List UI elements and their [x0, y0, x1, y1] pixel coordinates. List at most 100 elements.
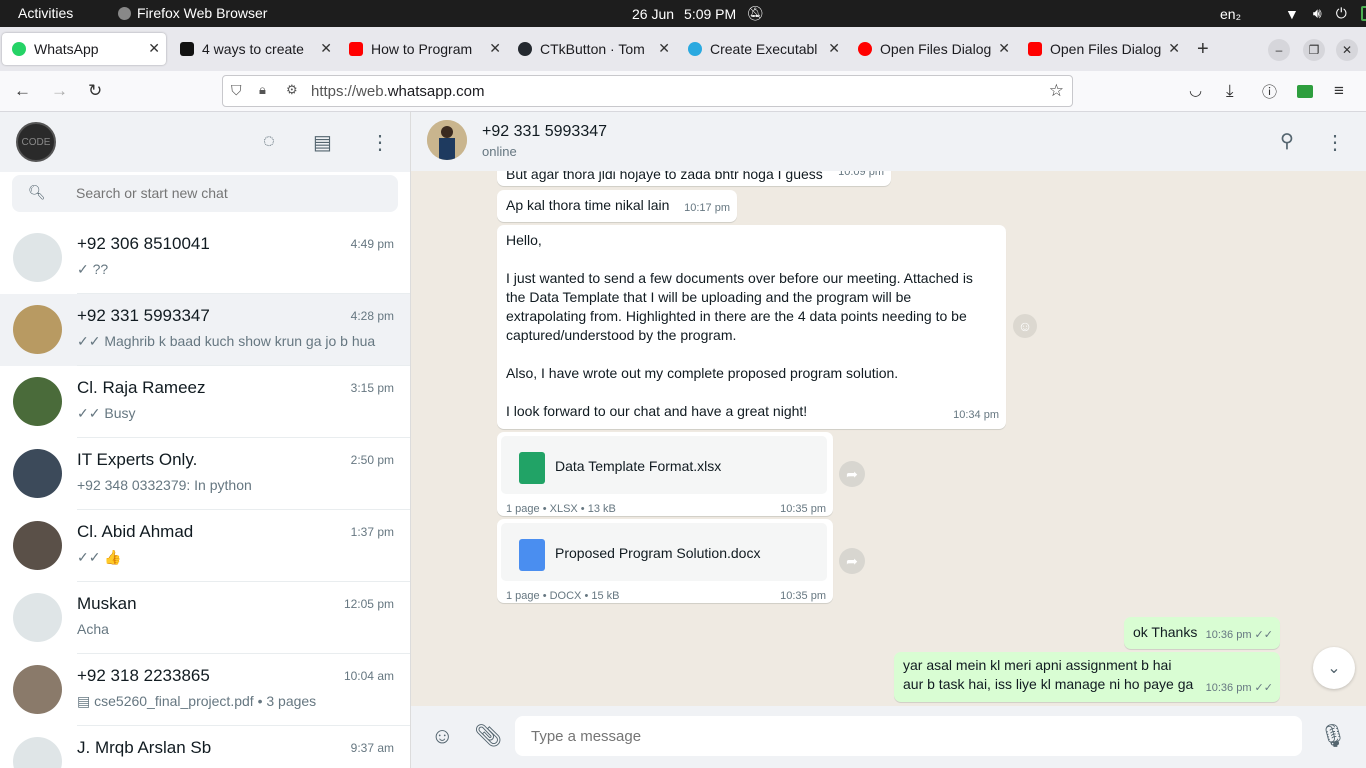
spreadsheet-icon	[519, 452, 545, 484]
menu-icon[interactable]: ≡	[1334, 81, 1344, 101]
minimize-button[interactable]: –	[1268, 39, 1290, 61]
chat-list-item[interactable]: Cl. Abid Ahmad 1:37 pm ✓✓ 👍	[0, 510, 410, 582]
menu-dots-icon[interactable]: ⋮	[370, 130, 390, 155]
message-text: ok Thanks	[1133, 624, 1198, 640]
chat-list-item[interactable]: +92 331 5993347 4:28 pm ✓✓ Maghrib k baad …	[0, 294, 410, 366]
maximize-button[interactable]: ❐	[1303, 39, 1325, 61]
tab-youtube-2[interactable]: Open Files Dialog ✕	[848, 33, 1016, 65]
attach-icon[interactable]: 📎︎	[474, 723, 502, 749]
address-bar[interactable]: ⛉ 🔒︎ ⚙ https://web.whatsapp.com ☆	[222, 75, 1073, 107]
new-chat-icon[interactable]: ▤	[313, 130, 332, 155]
tab-youtube-3[interactable]: Open Files Dialog ✕	[1018, 33, 1186, 65]
extension-icon[interactable]	[1297, 85, 1313, 98]
tab-youtube-1[interactable]: How to Program ✕	[339, 33, 507, 65]
chat-name: Cl. Abid Ahmad	[77, 522, 194, 541]
file-card[interactable]: Proposed Program Solution.docx	[501, 523, 827, 581]
activities-button[interactable]: Activities	[18, 5, 73, 21]
chat-list-item[interactable]: +92 318 2233865 10:04 am ▤ cse5260_final_p…	[0, 654, 410, 726]
clock[interactable]: 26 Jun 5:09 PM 🔕︎	[632, 5, 764, 22]
message-text: Ap kal thora time nikal lain	[506, 197, 670, 213]
chat-preview: ✓✓ 👍	[77, 549, 122, 565]
forward-icon[interactable]: ➦	[839, 548, 865, 574]
message-area[interactable]: But agar thora jldi hojaye to zada bhtr …	[411, 171, 1366, 706]
chat-avatar	[13, 305, 62, 354]
close-tab-icon[interactable]: ✕	[998, 40, 1010, 57]
my-avatar[interactable]: CODE	[16, 122, 56, 162]
date-label: 26 Jun	[632, 5, 675, 22]
tab-create-executable[interactable]: Create Executabl ✕	[678, 33, 846, 65]
message-in[interactable]: Ap kal thora time nikal lain 10:17 pm	[497, 190, 737, 222]
chat-avatar	[13, 593, 62, 642]
url-prefix: https://web.	[311, 83, 388, 100]
downloads-icon[interactable]: ⤓	[1226, 81, 1234, 101]
whatsapp-icon	[12, 42, 26, 56]
chevron-down-icon: ⌄	[1327, 660, 1341, 677]
chat-time: 9:37 am	[350, 741, 394, 755]
close-tab-icon[interactable]: ✕	[658, 40, 670, 57]
message-time: 10:36 pm ✓✓	[1205, 629, 1273, 641]
chat-list-item[interactable]: J. Mrqb Arslan Sb9:37 am✓✓ ...	[0, 726, 410, 768]
file-name: Data Template Format.xlsx	[555, 458, 722, 474]
conversation-header[interactable]: +92 331 5993347 online ⚲ ⋮	[411, 112, 1366, 171]
keyboard-layout[interactable]: en₂	[1220, 6, 1241, 22]
message-paragraph: Hello,	[506, 232, 542, 248]
status-icon[interactable]: ◌	[263, 130, 275, 153]
message-input[interactable]	[531, 725, 1271, 747]
chat-list-item[interactable]: Muskan 12:05 pm Acha	[0, 582, 410, 654]
chat-name: +92 331 5993347	[77, 306, 210, 325]
menu-dots-icon[interactable]: ⋮	[1325, 130, 1345, 155]
contact-avatar[interactable]	[427, 120, 467, 160]
emoji-icon[interactable]: ☺	[431, 723, 453, 749]
bookmark-star-icon[interactable]: ☆	[1049, 81, 1064, 101]
close-window-button[interactable]: ✕	[1336, 39, 1358, 61]
message-in-long[interactable]: Hello, I just wanted to send a few docum…	[497, 225, 1006, 429]
close-tab-icon[interactable]: ✕	[489, 40, 501, 57]
chat-list-item[interactable]: IT Experts Only. 2:50 pm +92 348 0332379: …	[0, 438, 410, 510]
search-icon[interactable]: ⚲	[1280, 130, 1294, 153]
chat-preview: ✓✓ Busy	[77, 405, 136, 421]
microphone-icon[interactable]: 🎙︎	[1319, 723, 1347, 749]
message-paragraph: Also, I have wrote out my complete propo…	[506, 365, 899, 381]
search-input[interactable]	[76, 181, 376, 205]
info-extension-icon[interactable]: ⓘ	[1262, 81, 1277, 102]
shield-icon: ⛉	[231, 82, 242, 98]
system-tray[interactable]: en₂ ▼ 🔊︎ ⏻	[1220, 5, 1366, 22]
message-out[interactable]: yar asal mein kl meri apni assignment b …	[894, 652, 1280, 702]
reload-button[interactable]: ↻	[88, 81, 102, 101]
close-tab-icon[interactable]: ✕	[320, 40, 332, 57]
forward-icon[interactable]: ➦	[839, 461, 865, 487]
tab-dev[interactable]: 4 ways to create ✕	[170, 33, 338, 65]
message-out[interactable]: ok Thanks 10:36 pm ✓✓	[1124, 617, 1280, 649]
file-card[interactable]: Data Template Format.xlsx	[501, 436, 827, 494]
volume-icon: 🔊︎	[1312, 5, 1322, 21]
battery-icon	[1360, 6, 1366, 21]
person-photo	[427, 120, 467, 160]
app-menu[interactable]: Firefox Web Browser	[118, 5, 267, 21]
file-attachment[interactable]: Proposed Program Solution.docx 1 page • …	[497, 519, 833, 603]
chat-name: +92 306 8510041	[77, 234, 210, 253]
permissions-icon: ⚙	[286, 82, 298, 97]
document-icon	[519, 539, 545, 571]
scroll-down-button[interactable]: ⌄	[1313, 647, 1355, 689]
tab-github[interactable]: CTkButton · Tom ✕	[508, 33, 676, 65]
chat-avatar	[13, 521, 62, 570]
back-button[interactable]: ←	[14, 81, 31, 101]
file-attachment[interactable]: Data Template Format.xlsx 1 page • XLSX …	[497, 432, 833, 516]
close-tab-icon[interactable]: ✕	[148, 40, 160, 57]
close-tab-icon[interactable]: ✕	[828, 40, 840, 57]
youtube-icon	[1028, 42, 1042, 56]
chat-time: 1:37 pm	[350, 525, 394, 539]
pocket-icon[interactable]: ◡	[1189, 81, 1202, 99]
close-tab-icon[interactable]: ✕	[1168, 40, 1180, 57]
forward-button[interactable]: →	[51, 81, 68, 101]
emoji-react-icon[interactable]: ☺	[1013, 314, 1037, 338]
url-text[interactable]: https://web.whatsapp.com	[311, 83, 484, 100]
new-tab-button[interactable]: +	[1197, 38, 1209, 61]
chat-list-item[interactable]: Cl. Raja Rameez 3:15 pm ✓✓ Busy	[0, 366, 410, 438]
message-in[interactable]: But agar thora jldi hojaye to zada bhtr …	[497, 171, 891, 186]
chat-preview: +92 348 0332379: In python	[77, 477, 252, 493]
tab-whatsapp[interactable]: WhatsApp ✕	[2, 33, 166, 65]
chat-list-item[interactable]: +92 306 8510041 4:49 pm ✓ ??	[0, 222, 410, 294]
sidebar-header: CODE ◌ ▤ ⋮	[0, 112, 410, 172]
message-paragraph: I just wanted to send a few documents ov…	[506, 270, 973, 343]
